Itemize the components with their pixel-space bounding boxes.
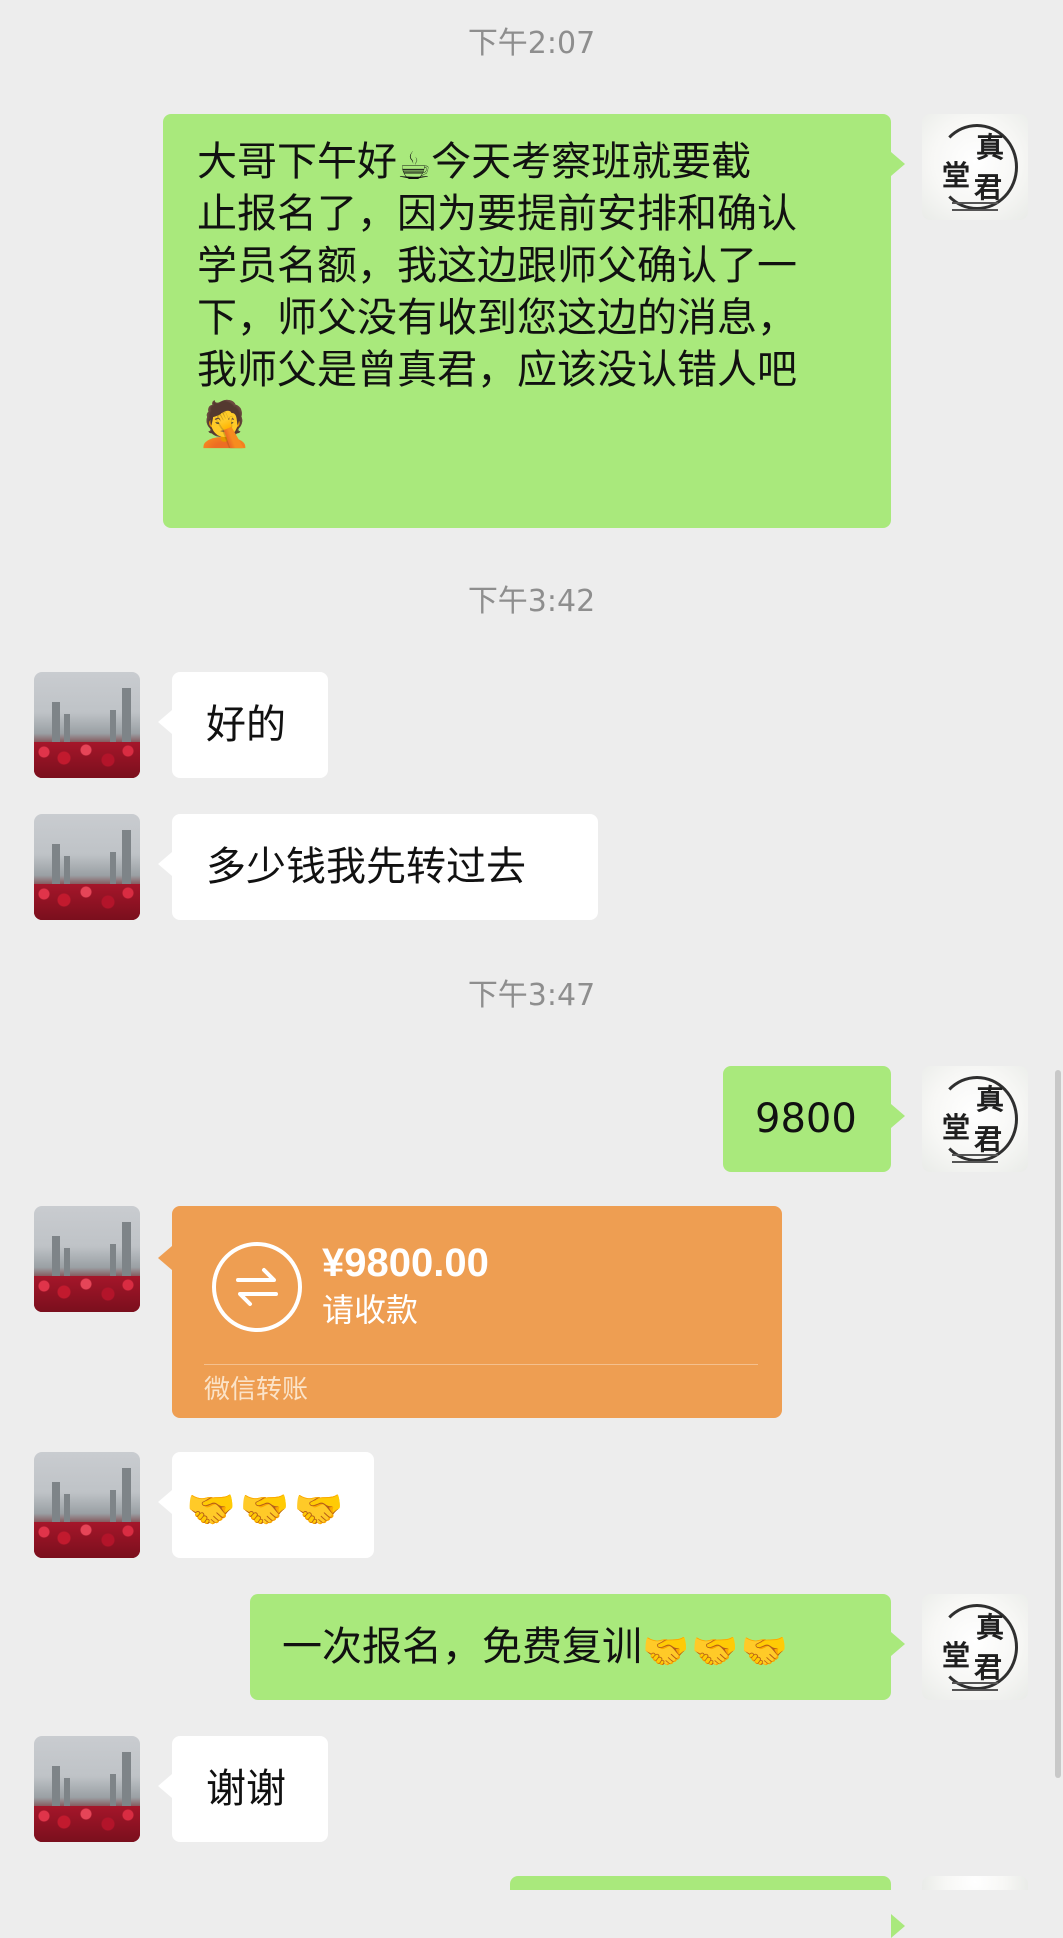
message-line: 🤦 [197,396,859,448]
message-bubble-sent[interactable] [510,1876,905,1938]
message-line: 下，师父没有收到您这边的消息， [197,295,797,341]
transfer-footer: 微信转账 [204,1375,309,1405]
message-bubble-sent[interactable]: 一次报名，免费复训🤝🤝🤝 [250,1594,905,1700]
message-text: 多少钱我先转过去 [206,844,526,890]
seal-char: 真 [976,1083,1005,1116]
message-bubble-sent[interactable]: 大哥下午好☕今天考察班就要截 止报名了，因为要提前安排和确认 学员名额，我这边跟… [163,114,905,528]
message-text: 9800 [755,1096,857,1142]
seal-char: 真 [976,131,1005,164]
avatar[interactable]: 真 堂 君 [922,1066,1028,1172]
timestamp: 下午2:07 [467,26,596,61]
message-bubble-received[interactable]: 好的 [158,672,328,778]
avatar[interactable]: 真 堂 君 [922,114,1028,220]
avatar[interactable] [34,672,140,778]
seal-char: 真 [976,1611,1005,1644]
transfer-arrows-icon [212,1242,302,1332]
message-text: 谢谢 [206,1766,286,1812]
message-text: 一次报名，免费复训 [282,1624,642,1670]
timestamp: 下午3:42 [467,584,596,619]
transfer-status: 请收款 [322,1291,419,1329]
message-bubble-sent[interactable]: 9800 [723,1066,905,1172]
cloud-decoration-icon [952,202,998,211]
message-bubble-received[interactable]: 多少钱我先转过去 [158,814,598,920]
transfer-amount: ¥9800.00 [322,1241,489,1285]
chat-message-list[interactable]: 下午2:07 大哥下午好☕今天考察班就要截 止报名了，因为要提前安排和确认 学员… [0,0,1063,1938]
message-line: 止报名了，因为要提前安排和确认 [197,191,797,237]
scrollbar[interactable] [1055,1070,1061,1778]
avatar[interactable] [922,1876,1028,1890]
message-line: 我师父是曾真君，应该没认错人吧 [197,347,797,393]
avatar[interactable] [34,814,140,920]
message-bubble-received[interactable]: 谢谢 [158,1736,328,1842]
avatar[interactable] [34,1206,140,1312]
facepalm-emoji-icon: 🤦 [197,399,252,450]
avatar[interactable] [34,1736,140,1842]
seal-char: 君 [974,1123,1003,1156]
avatar[interactable]: 真 堂 君 [922,1594,1028,1700]
seal-char: 堂 [942,159,971,192]
seal-char: 君 [974,1651,1003,1684]
cloud-decoration-icon [952,1154,998,1163]
handshake-emoji-icon: 🤝🤝🤝 [186,1487,348,1533]
cloud-decoration-icon [952,1682,998,1691]
divider [204,1364,758,1365]
timestamp: 下午3:47 [467,978,596,1013]
seal-char: 君 [974,171,1003,204]
message-bubble-received[interactable]: 🤝🤝🤝 [158,1452,374,1558]
message-line: 大哥下午好☕今天考察班就要截 [197,139,752,188]
seal-char: 堂 [942,1111,971,1144]
message-line: 学员名额，我这边跟师父确认了一 [197,243,797,289]
handshake-emoji-icon: 🤝🤝🤝 [642,1629,790,1673]
message-text: 好的 [206,702,286,748]
seal-char: 堂 [942,1639,971,1672]
avatar[interactable] [34,1452,140,1558]
coffee-emoji-icon: ☕ [397,144,432,188]
transfer-card[interactable]: ¥9800.00 请收款 微信转账 [158,1206,782,1418]
